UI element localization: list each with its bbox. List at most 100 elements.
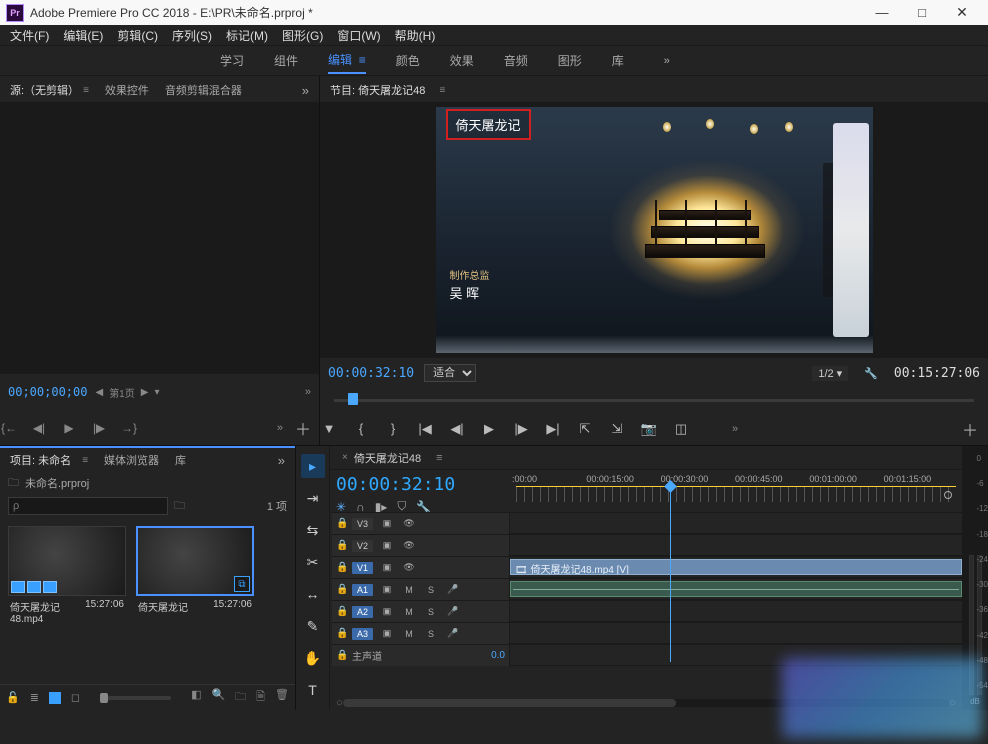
mute-icon[interactable]: M <box>401 583 417 597</box>
tab-source-noclip[interactable]: 源:（无剪辑）≡ <box>4 80 95 100</box>
lock-icon[interactable]: 🔒 <box>336 562 346 573</box>
video-clip[interactable]: 🎞 倚天屠龙记48.mp4 [V] <box>510 559 962 575</box>
toggle-output-icon[interactable]: ▣ <box>379 539 395 553</box>
solo-icon[interactable]: S <box>423 627 439 641</box>
source-overflow-icon[interactable]: » <box>305 386 311 398</box>
close-seq-icon[interactable]: × <box>342 452 348 463</box>
page-dropdown-icon[interactable]: ▾ <box>154 387 159 398</box>
pen-tool-icon[interactable]: ✎ <box>301 614 325 638</box>
tab-audio-clip-mixer[interactable]: 音频剪辑混合器 <box>159 80 248 100</box>
toggle-eye-icon[interactable]: 👁 <box>401 517 417 531</box>
panel-overflow-icon[interactable]: » <box>272 453 291 468</box>
goto-out-icon[interactable]: ▶| <box>544 421 562 437</box>
track-label[interactable]: V3 <box>352 518 373 530</box>
voice-icon[interactable]: 🎤 <box>445 583 461 597</box>
play-icon[interactable]: ▶ <box>480 421 498 437</box>
menu-help[interactable]: 帮助(H) <box>389 25 442 46</box>
program-scrubber[interactable] <box>330 390 978 410</box>
toggle-output-icon[interactable]: ▣ <box>379 605 395 619</box>
tab-libraries[interactable]: 库 <box>612 48 624 73</box>
tab-libraries-bottom[interactable]: 库 <box>169 450 192 470</box>
step-back-icon[interactable]: ◀| <box>30 421 48 435</box>
voice-icon[interactable]: 🎤 <box>445 605 461 619</box>
tab-color[interactable]: 颜色 <box>396 48 420 73</box>
bin-sequence[interactable]: ⧉ 倚天屠龙记15:27:06 <box>136 526 254 617</box>
lock-icon[interactable]: 🔓 <box>6 691 20 704</box>
track-select-tool-icon[interactable]: ⇥ <box>301 486 325 510</box>
toggle-eye-icon[interactable]: 👁 <box>401 561 417 575</box>
track-label[interactable]: A3 <box>352 628 373 640</box>
add-button-icon[interactable]: ＋ <box>962 417 978 441</box>
tab-effects[interactable]: 效果 <box>450 48 474 73</box>
solo-icon[interactable]: S <box>423 583 439 597</box>
panel-overflow-icon[interactable]: » <box>296 83 315 98</box>
zoom-fit-select[interactable]: 适合 <box>424 364 476 382</box>
timeline-zoom-scrollbar[interactable] <box>343 699 950 707</box>
page-prev-icon[interactable]: ◀ <box>95 387 103 398</box>
audio-clip[interactable] <box>510 581 962 597</box>
timeline-timecode[interactable]: 00:00:32:10 <box>336 474 496 495</box>
bin-clip[interactable]: 倚天屠龙记48.mp415:27:06 <box>8 526 126 628</box>
track-label[interactable]: V1 <box>352 562 373 574</box>
mute-icon[interactable]: M <box>401 605 417 619</box>
maximize-button[interactable]: □ <box>902 0 942 25</box>
add-marker-icon[interactable]: ▼ <box>320 421 338 436</box>
lock-icon[interactable]: 🔒 <box>336 540 346 551</box>
toggle-eye-icon[interactable]: 👁 <box>401 539 417 553</box>
tab-program[interactable]: 节目: 倚天屠龙记48 ≡ <box>324 80 451 100</box>
panel-menu-icon[interactable]: ≡ <box>439 85 445 96</box>
tab-editing[interactable]: 编辑 ≡ <box>328 47 366 74</box>
toggle-output-icon[interactable]: ▣ <box>379 627 395 641</box>
menu-edit[interactable]: 编辑(E) <box>57 25 109 46</box>
page-next-icon[interactable]: ▶ <box>141 387 149 398</box>
minimize-button[interactable]: ― <box>862 0 902 25</box>
tab-assembly[interactable]: 组件 <box>274 48 298 73</box>
source-more-icon[interactable]: » <box>277 422 283 434</box>
play-icon[interactable]: ▶ <box>60 421 78 435</box>
track-v1[interactable]: 🔒V1▣👁 🎞 倚天屠龙记48.mp4 [V] <box>332 556 962 578</box>
clear-icon[interactable]: 🗑 <box>275 688 289 707</box>
mark-out-icon[interactable]: →} <box>120 421 138 435</box>
menu-window[interactable]: 窗口(W) <box>331 25 386 46</box>
track-v3[interactable]: 🔒V3▣👁 <box>332 512 962 534</box>
settings-icon[interactable]: 🔧 <box>864 367 878 380</box>
menu-sequence[interactable]: 序列(S) <box>166 25 218 46</box>
transport-more-icon[interactable]: » <box>732 423 738 435</box>
lock-icon[interactable]: 🔒 <box>336 628 346 639</box>
tab-graphics[interactable]: 图形 <box>558 48 582 73</box>
track-label[interactable]: A1 <box>352 584 373 596</box>
solo-icon[interactable]: S <box>423 605 439 619</box>
compare-icon[interactable]: ◫ <box>672 421 690 437</box>
track-a2[interactable]: 🔒A2▣MS🎤 <box>332 600 962 622</box>
thumb-zoom-slider[interactable] <box>100 696 171 700</box>
type-tool-icon[interactable]: T <box>301 678 325 702</box>
project-search-input[interactable] <box>8 497 168 515</box>
master-track[interactable]: 🔒主声道0.0▸◂ <box>332 644 962 666</box>
menu-clip[interactable]: 剪辑(C) <box>111 25 164 46</box>
step-fwd-icon[interactable]: |▶ <box>90 421 108 435</box>
mute-icon[interactable]: M <box>401 627 417 641</box>
resolution-select[interactable]: 1/2 ▾ <box>812 366 848 381</box>
lock-icon[interactable]: 🔒 <box>336 518 346 529</box>
list-view-icon[interactable]: ≣ <box>30 691 39 704</box>
playhead-icon[interactable] <box>348 393 358 405</box>
filter-bin-icon[interactable]: 🗀 <box>174 497 185 516</box>
title-text-overlay[interactable]: 倚天屠龙记 <box>446 109 531 140</box>
lock-icon[interactable]: 🔒 <box>336 650 346 661</box>
auto-seq-icon[interactable]: ◧ <box>191 688 201 707</box>
freeform-view-icon[interactable]: ◻ <box>71 691 80 704</box>
icon-view-icon[interactable] <box>49 692 61 704</box>
tab-media-browser[interactable]: 媒体浏览器 <box>98 450 165 470</box>
new-bin-icon[interactable]: 🗀 <box>235 688 246 707</box>
new-item-icon[interactable]: 🗎 <box>256 688 265 707</box>
add-button-icon[interactable]: ＋ <box>295 416 311 440</box>
tab-audio[interactable]: 音频 <box>504 48 528 73</box>
workspace-overflow-icon[interactable]: » <box>664 55 670 67</box>
tab-learn[interactable]: 学习 <box>220 48 244 73</box>
lift-icon[interactable]: ⇱ <box>576 421 594 437</box>
track-v2[interactable]: 🔒V2▣👁 <box>332 534 962 556</box>
program-monitor[interactable]: 倚天屠龙记 制作总监 吴 晖 <box>320 102 988 358</box>
panel-menu-icon[interactable]: ≡ <box>82 455 88 466</box>
program-timecode[interactable]: 00:00:32:10 <box>328 366 414 381</box>
lock-icon[interactable]: 🔒 <box>336 584 346 595</box>
